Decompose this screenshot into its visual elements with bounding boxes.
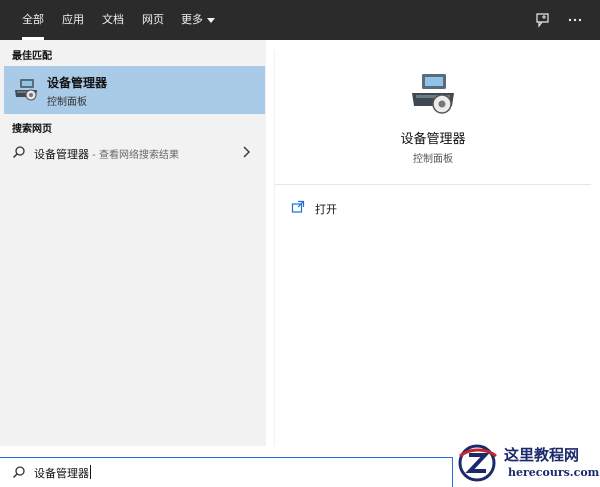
detail-subtitle: 控制面板: [413, 154, 453, 165]
watermark-title: 这里教程网: [504, 446, 580, 464]
top-bar: 全部 应用 文档 网页 更多: [0, 0, 600, 40]
tab-more[interactable]: 更多: [175, 0, 221, 40]
open-action[interactable]: 打开: [289, 198, 569, 218]
device-manager-icon: [15, 79, 37, 101]
search-icon: [12, 466, 25, 479]
more-options-icon[interactable]: [566, 11, 584, 29]
device-manager-icon: [412, 74, 454, 114]
watermark: 这里教程网 herecours.com: [454, 438, 600, 486]
search-input[interactable]: 设备管理器: [34, 465, 91, 481]
results-pane: 最佳匹配 设备管理器 控制面板 搜索网页 设备管理器 - 查看网络搜索结果: [0, 40, 266, 446]
best-match-title: 设备管理器: [47, 76, 108, 90]
open-label: 打开: [315, 203, 337, 216]
web-search-hint: - 查看网络搜索结果: [89, 150, 179, 161]
best-match-heading: 最佳匹配: [12, 51, 52, 62]
chevron-down-icon: [207, 17, 215, 23]
open-icon: [291, 200, 305, 213]
watermark-logo-icon: [458, 444, 497, 482]
web-search-label: 设备管理器 - 查看网络搜索结果: [34, 146, 179, 162]
detail-title: 设备管理器: [400, 132, 466, 147]
search-box[interactable]: 设备管理器: [0, 457, 453, 487]
web-search-result[interactable]: 设备管理器 - 查看网络搜索结果: [4, 140, 265, 166]
best-match-item[interactable]: 设备管理器 控制面板: [4, 66, 265, 114]
chevron-right-icon[interactable]: [241, 146, 251, 158]
tab-web[interactable]: 网页: [134, 0, 172, 40]
text-cursor: [90, 465, 91, 479]
web-search-heading: 搜索网页: [12, 124, 52, 135]
tab-documents[interactable]: 文档: [94, 0, 132, 40]
search-icon: [12, 146, 25, 159]
feedback-icon[interactable]: [534, 11, 552, 29]
best-match-subtitle: 控制面板: [47, 97, 87, 108]
search-input-value: 设备管理器: [34, 467, 89, 480]
divider: [275, 184, 591, 185]
detail-pane: 设备管理器 控制面板 打开: [274, 50, 591, 446]
watermark-url: herecours.com: [508, 466, 600, 479]
tab-apps[interactable]: 应用: [54, 0, 92, 40]
tab-more-label: 更多: [181, 13, 203, 26]
tab-all[interactable]: 全部: [14, 0, 52, 40]
web-search-query: 设备管理器: [34, 148, 89, 161]
